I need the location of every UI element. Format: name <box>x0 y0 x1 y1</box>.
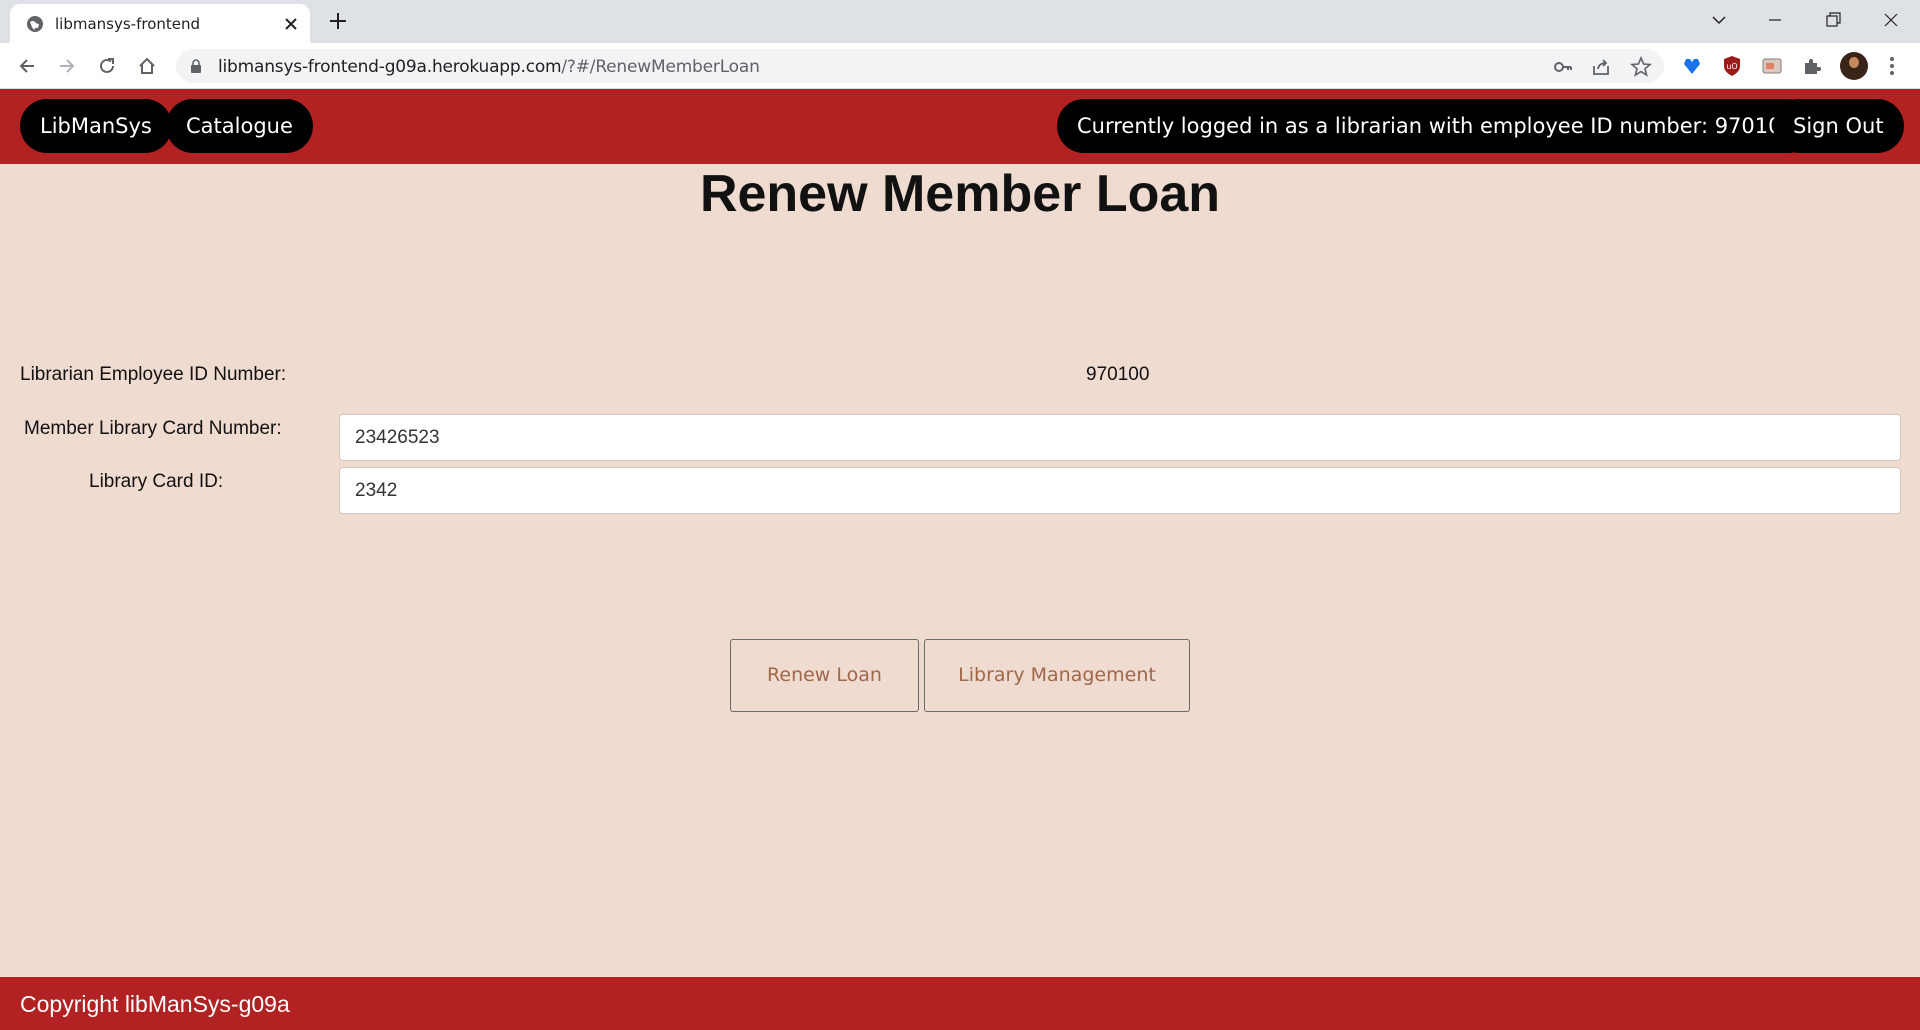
tab-title: libmansys-frontend <box>55 15 201 33</box>
app-header: LibManSys Catalogue Currently logged in … <box>0 89 1920 164</box>
plus-icon[interactable] <box>325 8 351 34</box>
kebab-menu-icon[interactable] <box>1880 54 1904 78</box>
url-text: libmansys-frontend-g09a.herokuapp.com/?#… <box>218 57 760 77</box>
card-number-input[interactable]: 23426523 <box>339 414 1901 461</box>
renew-loan-button[interactable]: Renew Loan <box>730 639 919 712</box>
share-icon[interactable] <box>1590 56 1612 78</box>
url-host: libmansys-frontend-g09a.herokuapp.com <box>218 57 562 77</box>
home-icon[interactable] <box>132 51 162 81</box>
lock-icon[interactable] <box>190 59 202 73</box>
avatar[interactable] <box>1840 52 1868 80</box>
browser-toolbar: libmansys-frontend-g09a.herokuapp.com/?#… <box>0 43 1920 89</box>
copyright-text: Copyright libManSys-g09a <box>20 991 290 1017</box>
key-icon[interactable] <box>1552 56 1574 78</box>
minimize-icon[interactable] <box>1752 4 1798 36</box>
brand-button[interactable]: LibManSys <box>20 99 172 153</box>
star-icon[interactable] <box>1630 56 1652 78</box>
library-management-button[interactable]: Library Management <box>924 639 1190 712</box>
puzzle-icon[interactable] <box>1800 54 1824 78</box>
restore-icon[interactable] <box>1810 4 1856 36</box>
browser-tab[interactable]: libmansys-frontend <box>10 4 310 43</box>
address-bar[interactable]: libmansys-frontend-g09a.herokuapp.com/?#… <box>176 49 1664 83</box>
login-status: Currently logged in as a librarian with … <box>1057 99 1815 153</box>
ublock-shield-icon[interactable]: uO <box>1720 54 1744 78</box>
card-id-label: Library Card ID: <box>89 471 224 492</box>
page-title: Renew Member Loan <box>699 165 1221 223</box>
globe-icon <box>27 16 43 32</box>
main-content: Renew Member Loan Librarian Employee ID … <box>0 164 1920 977</box>
window-close-icon[interactable] <box>1868 4 1914 36</box>
reload-icon[interactable] <box>92 51 122 81</box>
card-number-label: Member Library Card Number: <box>24 418 282 439</box>
sign-out-button[interactable]: Sign Out <box>1773 99 1904 153</box>
catalogue-button[interactable]: Catalogue <box>166 99 313 153</box>
footer: Copyright libManSys-g09a <box>0 977 1920 1030</box>
forward-icon[interactable] <box>52 51 82 81</box>
cast-extension-icon[interactable] <box>1760 54 1784 78</box>
close-icon[interactable] <box>280 13 302 35</box>
card-id-input[interactable]: 2342 <box>339 467 1901 514</box>
browser-tab-strip: libmansys-frontend <box>0 0 1920 43</box>
employee-id-label: Librarian Employee ID Number: <box>20 364 287 385</box>
employee-id-value: 970100 <box>1086 364 1150 385</box>
url-path: /?#/RenewMemberLoan <box>561 57 760 77</box>
back-icon[interactable] <box>12 51 42 81</box>
svg-text:uO: uO <box>1726 62 1737 71</box>
chevron-down-icon[interactable] <box>1696 4 1742 36</box>
extension-heart-icon[interactable] <box>1680 54 1704 78</box>
